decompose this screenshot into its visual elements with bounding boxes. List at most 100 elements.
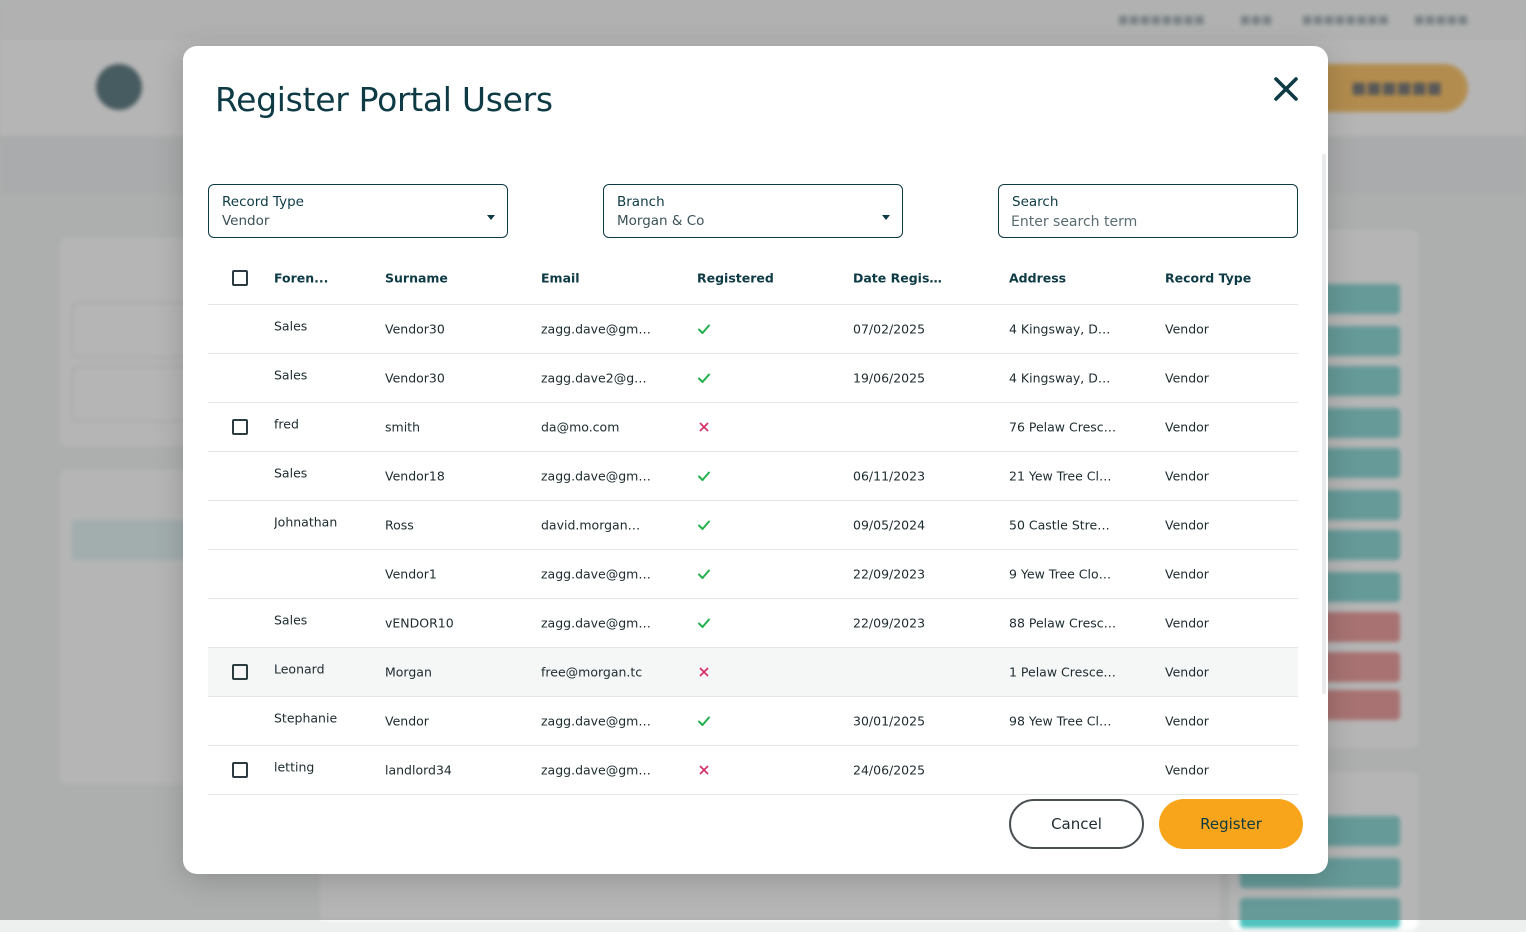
table-row[interactable]: Stephanie Vendor zagg.dave@gmai... 30/01/20… bbox=[208, 697, 1298, 746]
table-row[interactable]: fred smith da@mo.com 76 Pelaw Cresce... Vend… bbox=[208, 403, 1298, 452]
cell-record-type: Vendor bbox=[1165, 370, 1209, 386]
search-label: Search bbox=[1012, 194, 1059, 210]
header-surname[interactable]: Surname bbox=[385, 271, 525, 286]
cell-address: 98 Yew Tree Clos... bbox=[1009, 713, 1117, 729]
cell-forename: letting bbox=[274, 759, 315, 775]
branch-label: Branch bbox=[617, 194, 665, 210]
table-row[interactable]: Sales Vendor30 zagg.dave2@gm... 19/06/2025 4… bbox=[208, 354, 1298, 403]
cell-record-type: Vendor bbox=[1165, 419, 1209, 435]
check-icon bbox=[698, 520, 710, 530]
table-header-row: Foren... Surname Email Registered Date R… bbox=[208, 252, 1298, 305]
close-icon bbox=[1274, 77, 1298, 101]
cell-email: zagg.dave@gmai... bbox=[541, 713, 651, 729]
cell-surname: Vendor bbox=[385, 713, 429, 729]
cell-email: da@mo.com bbox=[541, 419, 620, 435]
cell-surname: Ross bbox=[385, 517, 414, 533]
cell-date-registered: 22/09/2023 bbox=[853, 615, 926, 631]
cell-record-type: Vendor bbox=[1165, 713, 1209, 729]
check-icon bbox=[698, 618, 710, 628]
chevron-down-icon bbox=[882, 215, 890, 220]
search-field[interactable]: Search bbox=[998, 184, 1298, 238]
cell-surname: Vendor30 bbox=[385, 321, 445, 337]
cell-date-registered: 07/02/2025 bbox=[853, 321, 926, 337]
search-input[interactable] bbox=[1011, 212, 1281, 232]
header-registered[interactable]: Registered bbox=[697, 271, 807, 286]
cell-address: 21 Yew Tree Clos... bbox=[1009, 468, 1117, 484]
check-icon bbox=[698, 569, 710, 579]
cell-forename: Stephanie bbox=[274, 710, 338, 726]
cell-date-registered: 24/06/2025 bbox=[853, 762, 926, 778]
cell-address: 88 Pelaw Cresce... bbox=[1009, 615, 1117, 631]
cell-email: zagg.dave@gmai... bbox=[541, 468, 651, 484]
branch-select[interactable]: Branch Morgan & Co bbox=[603, 184, 903, 238]
cell-address: 4 Kingsway, Darli... bbox=[1009, 370, 1117, 386]
cell-forename: Sales bbox=[274, 465, 308, 481]
table-row[interactable]: Sales Vendor30 zagg.dave@gmai... 07/02/2025… bbox=[208, 305, 1298, 354]
cell-forename: Sales bbox=[274, 612, 308, 628]
cell-email: zagg.dave@gmai... bbox=[541, 762, 651, 778]
cell-record-type: Vendor bbox=[1165, 321, 1209, 337]
check-icon bbox=[698, 324, 710, 334]
cell-surname: smith bbox=[385, 419, 420, 435]
cross-icon bbox=[699, 422, 709, 432]
header-date-registered[interactable]: Date Regist... bbox=[853, 271, 943, 286]
cell-address: 4 Kingsway, Darli... bbox=[1009, 321, 1117, 337]
cell-surname: Vendor18 bbox=[385, 468, 445, 484]
cell-record-type: Vendor bbox=[1165, 566, 1209, 582]
cell-surname: vENDOR10 bbox=[385, 615, 454, 631]
table-row[interactable]: Leonard Morgan free@morgan.tc 1 Pelaw Cresc… bbox=[208, 648, 1298, 697]
header-forename[interactable]: Foren... bbox=[274, 271, 374, 286]
cell-date-registered: 30/01/2025 bbox=[853, 713, 926, 729]
users-table: Foren... Surname Email Registered Date R… bbox=[208, 252, 1298, 795]
cell-forename: fred bbox=[274, 416, 299, 432]
cell-surname: landlord34 bbox=[385, 762, 452, 778]
header-address[interactable]: Address bbox=[1009, 271, 1117, 286]
cell-date-registered: 22/09/2023 bbox=[853, 566, 926, 582]
cell-forename: Sales bbox=[274, 367, 308, 383]
record-type-value: Vendor bbox=[222, 213, 270, 229]
scrollbar[interactable] bbox=[1322, 154, 1326, 694]
cross-icon bbox=[699, 765, 709, 775]
table-body: Sales Vendor30 zagg.dave@gmai... 07/02/2025… bbox=[208, 305, 1298, 795]
cell-surname: Vendor1 bbox=[385, 566, 437, 582]
cell-email: zagg.dave@gmai... bbox=[541, 321, 651, 337]
cell-surname: Vendor30 bbox=[385, 370, 445, 386]
cell-address: 76 Pelaw Cresce... bbox=[1009, 419, 1117, 435]
cell-email: zagg.dave@gmai... bbox=[541, 566, 651, 582]
table-row[interactable]: letting landlord34 zagg.dave@gmai... 24/06/… bbox=[208, 746, 1298, 795]
select-all-checkbox[interactable] bbox=[232, 270, 248, 286]
register-button[interactable]: Register bbox=[1159, 799, 1303, 849]
table-row[interactable]: Vendor1 zagg.dave@gmai... 22/09/2023 9 Yew … bbox=[208, 550, 1298, 599]
cell-email: free@morgan.tc bbox=[541, 664, 643, 680]
cell-forename: Johnathan bbox=[274, 514, 338, 530]
table-row[interactable]: Sales vENDOR10 zagg.dave@gmai... 22/09/2023… bbox=[208, 599, 1298, 648]
cell-address: 50 Castle Street,... bbox=[1009, 517, 1117, 533]
cell-surname: Morgan bbox=[385, 664, 432, 680]
table-row[interactable]: Sales Vendor18 zagg.dave@gmai... 06/11/2023… bbox=[208, 452, 1298, 501]
cell-address: 9 Yew Tree Close... bbox=[1009, 566, 1117, 582]
check-icon bbox=[698, 716, 710, 726]
check-icon bbox=[698, 471, 710, 481]
register-portal-users-dialog: Register Portal Users Record Type Vendor… bbox=[183, 46, 1328, 874]
cell-forename: Leonard bbox=[274, 661, 325, 677]
table-row[interactable]: Johnathan Ross david.morgan@ia... 09/05/202… bbox=[208, 501, 1298, 550]
cell-record-type: Vendor bbox=[1165, 517, 1209, 533]
cell-record-type: Vendor bbox=[1165, 615, 1209, 631]
record-type-select[interactable]: Record Type Vendor bbox=[208, 184, 508, 238]
header-record-type[interactable]: Record Type bbox=[1165, 271, 1285, 286]
cell-forename: Sales bbox=[274, 318, 308, 334]
cell-date-registered: 19/06/2025 bbox=[853, 370, 926, 386]
check-icon bbox=[698, 373, 710, 383]
cell-date-registered: 09/05/2024 bbox=[853, 517, 926, 533]
cell-date-registered: 06/11/2023 bbox=[853, 468, 926, 484]
close-button[interactable] bbox=[1271, 74, 1301, 104]
cell-record-type: Vendor bbox=[1165, 762, 1209, 778]
row-checkbox[interactable] bbox=[232, 664, 248, 680]
cell-email: zagg.dave2@gm... bbox=[541, 370, 651, 386]
row-checkbox[interactable] bbox=[232, 762, 248, 778]
dialog-title: Register Portal Users bbox=[215, 80, 553, 119]
header-email[interactable]: Email bbox=[541, 271, 651, 286]
record-type-label: Record Type bbox=[222, 194, 304, 210]
row-checkbox[interactable] bbox=[232, 419, 248, 435]
cancel-button[interactable]: Cancel bbox=[1009, 799, 1144, 849]
